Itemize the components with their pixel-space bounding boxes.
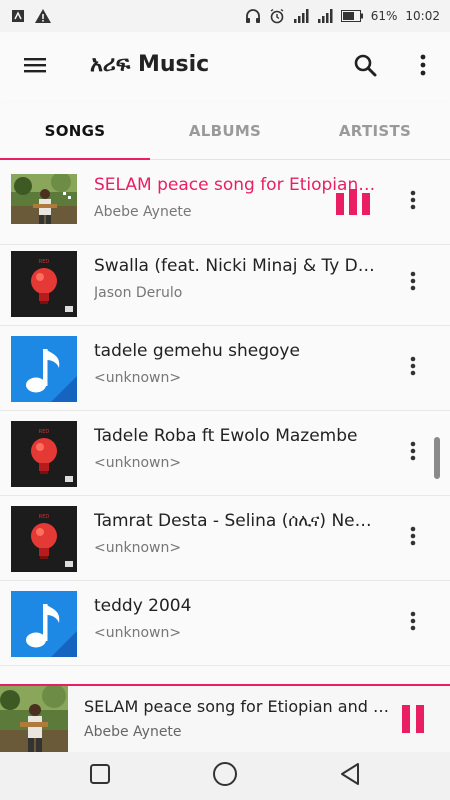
song-artist: Jason Derulo bbox=[94, 285, 183, 301]
alarm-icon bbox=[269, 8, 285, 24]
song-title: Swalla (feat. Nicki Minaj & Ty Dolla $ig… bbox=[94, 256, 379, 276]
song-artist: <unknown> bbox=[94, 455, 182, 471]
recents-button[interactable] bbox=[84, 760, 116, 792]
tab-songs[interactable]: SONGS bbox=[0, 102, 150, 161]
more-vert-icon bbox=[420, 54, 426, 80]
home-button[interactable] bbox=[209, 760, 241, 792]
tab-bar: SONGS ALBUMS ARTISTS bbox=[0, 102, 450, 161]
more-vert-icon bbox=[410, 190, 416, 214]
back-button[interactable] bbox=[334, 760, 366, 792]
status-bar: 61% 10:02 bbox=[0, 0, 450, 32]
song-artist: Abebe Aynete bbox=[94, 204, 192, 220]
song-options-button[interactable] bbox=[400, 185, 426, 219]
now-playing-album-art bbox=[0, 686, 68, 752]
song-row[interactable]: RED Tamrat Desta - Selina (ሰሊና) New Song… bbox=[0, 496, 450, 581]
song-title: teddy 2004 bbox=[94, 596, 192, 616]
song-row[interactable]: RED Tadele Roba ft Ewolo Mazembe <unknow… bbox=[0, 411, 450, 496]
pause-button[interactable] bbox=[398, 703, 428, 735]
more-vert-icon bbox=[410, 356, 416, 380]
song-title: tadele gemehu shegoye bbox=[94, 341, 300, 361]
song-artist: <unknown> bbox=[94, 625, 182, 641]
clock: 10:02 bbox=[405, 9, 440, 23]
app-title: አሪፍ Music bbox=[90, 52, 210, 77]
song-options-button[interactable] bbox=[400, 351, 426, 385]
now-playing-title: SELAM peace song for Etiopian and Eritre… bbox=[84, 697, 396, 716]
menu-button[interactable] bbox=[18, 52, 52, 82]
song-title: Tamrat Desta - Selina (ሰሊና) New Song bbox=[94, 511, 379, 531]
pause-icon bbox=[416, 705, 424, 733]
more-vert-icon bbox=[410, 526, 416, 550]
song-options-button[interactable] bbox=[400, 436, 426, 470]
album-art-music-note bbox=[11, 591, 77, 657]
home-icon bbox=[212, 761, 238, 791]
song-row[interactable]: tadele gemehu shegoye <unknown> bbox=[0, 326, 450, 411]
signal-icon bbox=[317, 9, 333, 23]
now-playing-equalizer-icon bbox=[336, 189, 372, 215]
tab-albums[interactable]: ALBUMS bbox=[150, 102, 300, 160]
song-options-button[interactable] bbox=[400, 521, 426, 555]
status-bar-right: 61% 10:02 bbox=[245, 8, 440, 24]
album-art-music-note bbox=[11, 336, 77, 402]
search-button[interactable] bbox=[348, 50, 382, 84]
album-art-red-bulb: RED bbox=[11, 251, 77, 317]
song-title: Tadele Roba ft Ewolo Mazembe bbox=[94, 426, 358, 446]
song-list[interactable]: SELAM peace song for Etiopian and Eritre… bbox=[0, 160, 450, 684]
pause-icon bbox=[402, 705, 410, 733]
app-bar: አሪፍ Music bbox=[0, 32, 450, 102]
scrollbar-thumb[interactable] bbox=[434, 437, 440, 479]
battery-icon bbox=[340, 10, 363, 22]
tab-artists[interactable]: ARTISTS bbox=[300, 102, 450, 160]
menu-icon bbox=[23, 55, 47, 79]
battery-percent: 61% bbox=[370, 9, 398, 23]
usb-icon bbox=[10, 8, 26, 24]
signal-icon bbox=[293, 9, 309, 23]
album-art-red-bulb: RED bbox=[11, 421, 77, 487]
more-vert-icon bbox=[410, 441, 416, 465]
svg-text:RED: RED bbox=[39, 514, 50, 520]
svg-text:RED: RED bbox=[39, 429, 50, 435]
song-row[interactable]: RED Swalla (feat. Nicki Minaj & Ty Dolla… bbox=[0, 241, 450, 326]
song-row[interactable]: teddy 2004 <unknown> bbox=[0, 581, 450, 666]
song-row[interactable]: SELAM peace song for Etiopian and Eritre… bbox=[0, 160, 450, 245]
now-playing-artist: Abebe Aynete bbox=[84, 724, 182, 740]
more-vert-icon bbox=[410, 611, 416, 635]
warning-icon bbox=[34, 8, 52, 24]
song-artist: <unknown> bbox=[94, 370, 182, 386]
recents-icon bbox=[89, 763, 111, 789]
album-art-photo bbox=[11, 174, 77, 224]
album-art-red-bulb: RED bbox=[11, 506, 77, 572]
headphones-icon bbox=[245, 8, 261, 24]
search-icon bbox=[353, 53, 377, 81]
song-options-button[interactable] bbox=[400, 266, 426, 300]
overflow-menu-button[interactable] bbox=[408, 50, 438, 84]
system-navigation-bar bbox=[0, 752, 450, 800]
now-playing-bar[interactable]: SELAM peace song for Etiopian and Eritre… bbox=[0, 684, 450, 752]
song-artist: <unknown> bbox=[94, 540, 182, 556]
svg-text:RED: RED bbox=[39, 259, 50, 265]
status-bar-left bbox=[10, 8, 52, 24]
more-vert-icon bbox=[410, 271, 416, 295]
back-icon bbox=[339, 762, 361, 790]
song-options-button[interactable] bbox=[400, 606, 426, 640]
